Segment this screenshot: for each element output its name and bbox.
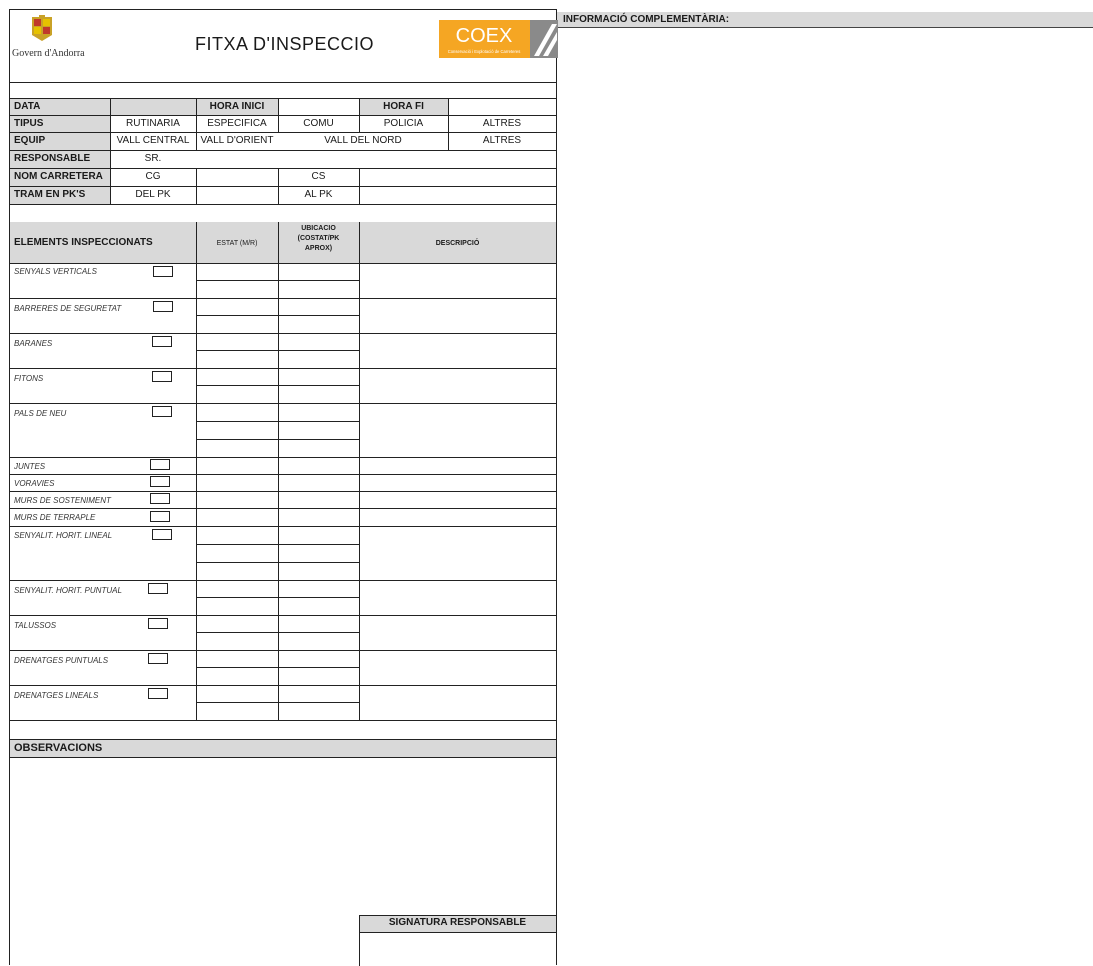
element-checkbox-senyals-verticals[interactable]: [153, 266, 173, 277]
hora-fi-label: HORA FI: [383, 101, 424, 112]
tipus-label: TIPUS: [14, 118, 44, 129]
element-label-juntes: JUNTES: [14, 462, 46, 471]
element-checkbox-murs-terraple[interactable]: [150, 511, 170, 522]
element-checkbox-drenatges-lineals[interactable]: [148, 688, 168, 699]
form-title: FITXA D'INSPECCIO: [195, 34, 374, 54]
element-checkbox-voravies[interactable]: [150, 476, 170, 487]
element-checkbox-murs-sosteniment[interactable]: [150, 493, 170, 504]
del-pk-label: DEL PK: [135, 189, 171, 200]
element-checkbox-fitons[interactable]: [152, 371, 172, 382]
element-label-drenatges-lineals: DRENATGES LINEALS: [14, 691, 99, 700]
element-label-baranes: BARANES: [14, 339, 53, 348]
responsable-value[interactable]: SR.: [110, 151, 196, 167]
info-panel-header: INFORMACIÓ COMPLEMENTÀRIA:: [557, 12, 1093, 28]
element-checkbox-senyalit-lineal[interactable]: [152, 529, 172, 540]
element-label-fitons: FITONS: [14, 374, 44, 383]
element-label-voravies: VORAVIES: [14, 479, 55, 488]
observacions-field[interactable]: [12, 759, 554, 914]
element-label-drenatges-puntuals: DRENATGES PUNTUALS: [14, 656, 109, 665]
signatura-field[interactable]: [361, 934, 554, 966]
nom-carretera-label: NOM CARRETERA: [14, 171, 103, 182]
elements-header-label: ELEMENTS INSPECCIONATS: [14, 237, 153, 248]
element-checkbox-juntes[interactable]: [150, 459, 170, 470]
tipus-option-rutinaria[interactable]: RUTINARIA: [110, 116, 196, 132]
signatura-label: SIGNATURA RESPONSABLE: [388, 917, 527, 928]
element-checkbox-barreres[interactable]: [153, 301, 173, 312]
equip-option-vall-orient[interactable]: VALL D'ORIENT: [196, 133, 278, 149]
inspection-form: Govern d'Andorra FITXA D'INSPECCIO COEX …: [9, 9, 558, 966]
ubicacio-header: UBICACIO (COSTAT/PK APROX): [297, 225, 340, 252]
element-checkbox-pals-de-neu[interactable]: [152, 406, 172, 417]
al-pk-label: AL PK: [304, 189, 333, 200]
hora-inici-label: HORA INICI: [209, 101, 265, 112]
element-checkbox-senyalit-puntual[interactable]: [148, 583, 168, 594]
tipus-option-especifica[interactable]: ESPECIFICA: [196, 116, 278, 132]
tipus-option-comu[interactable]: COMU: [278, 116, 359, 132]
tram-label: TRAM EN PK'S: [14, 189, 86, 200]
info-panel-title: INFORMACIÓ COMPLEMENTÀRIA:: [563, 14, 730, 25]
tipus-option-altres[interactable]: ALTRES: [448, 116, 556, 132]
element-checkbox-baranes[interactable]: [152, 336, 172, 347]
coex-logo-subtitle: Conservació i Explotació de Carreteres: [448, 49, 521, 54]
equip-label: EQUIP: [14, 135, 46, 146]
element-label-senyals-verticals: SENYALS VERTICALS: [14, 267, 97, 276]
responsable-label: RESPONSABLE: [14, 153, 91, 164]
element-label-barreres: BARRERES DE SEGURETAT: [14, 304, 122, 313]
equip-option-altres[interactable]: ALTRES: [448, 133, 556, 149]
element-label-murs-sosteniment: MURS DE SOSTENIMENT: [14, 496, 111, 505]
estat-header: ESTAT (M/R): [216, 240, 258, 247]
descripcio-header: DESCRIPCIÓ: [435, 240, 480, 247]
element-checkbox-drenatges-puntuals[interactable]: [148, 653, 168, 664]
tipus-option-policia[interactable]: POLICIA: [359, 116, 448, 132]
element-label-pals-de-neu: PALS DE NEU: [14, 409, 67, 418]
observacions-label: OBSERVACIONS: [14, 742, 103, 754]
equip-option-vall-nord[interactable]: VALL DEL NORD: [278, 133, 448, 149]
org-name: Govern d'Andorra: [12, 48, 85, 59]
coex-logo: COEX Conservació i Explotació de Carrete…: [439, 20, 558, 58]
element-label-senyalit-lineal: SENYALIT. HORIT. LINEAL: [14, 531, 113, 540]
andorra-crest-icon: [32, 15, 52, 41]
element-checkbox-talussos[interactable]: [148, 618, 168, 629]
equip-option-vall-central[interactable]: VALL CENTRAL: [110, 133, 196, 149]
cs-label: CS: [311, 171, 326, 182]
element-label-senyalit-puntual: SENYALIT. HORIT. PUNTUAL: [14, 586, 122, 595]
data-label: DATA: [14, 101, 41, 112]
element-label-murs-terraple: MURS DE TERRAPLE: [14, 513, 96, 522]
coex-logo-text: COEX: [456, 25, 513, 47]
element-label-talussos: TALUSSOS: [14, 621, 57, 630]
cg-label: CG: [145, 171, 161, 182]
